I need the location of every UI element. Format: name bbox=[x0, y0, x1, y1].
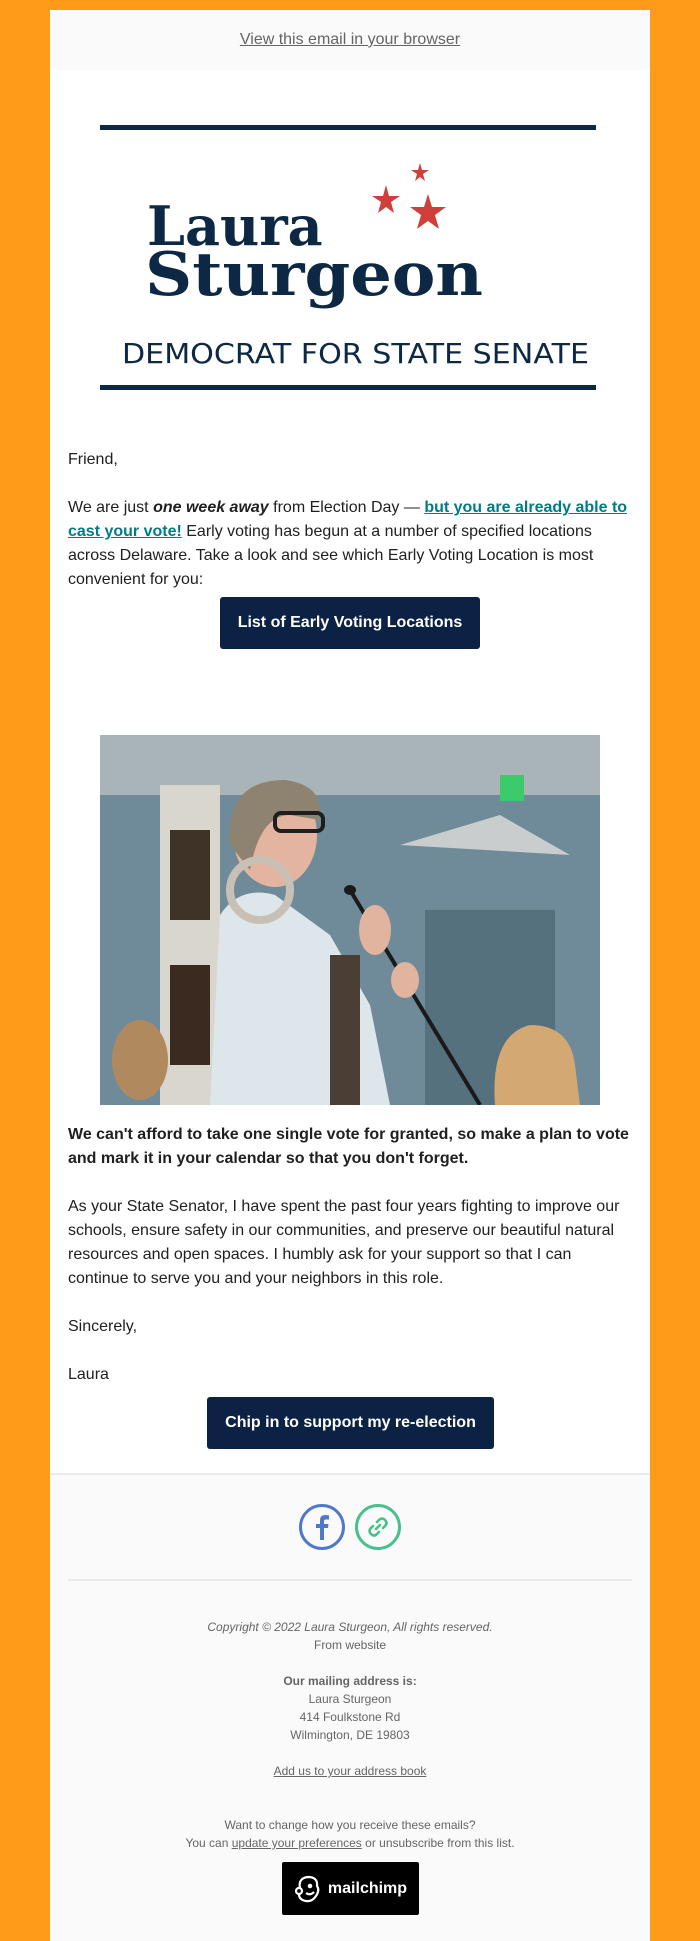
logo-tagline: DEMOCRAT FOR STATE SENATE bbox=[122, 337, 589, 370]
message-intro: Friend, We are just one week away from E… bbox=[68, 448, 632, 616]
mailchimp-badge[interactable]: mailchimp bbox=[282, 1862, 419, 1915]
message-body: We can't afford to take one single vote … bbox=[68, 1123, 632, 1411]
star-icon bbox=[372, 185, 400, 213]
bold-callout: We can't afford to take one single vote … bbox=[68, 1126, 629, 1167]
logo-graphic: Laura Sturgeon DEMOCRAT FOR STATE SENATE bbox=[122, 163, 589, 370]
address-book-link[interactable]: Add us to your address book bbox=[274, 1764, 427, 1778]
emphasis-text: one week away bbox=[153, 499, 269, 516]
address-line: Laura Sturgeon bbox=[308, 1692, 392, 1706]
social-links bbox=[50, 1504, 650, 1550]
address-line: 414 Foulkstone Rd bbox=[299, 1710, 401, 1724]
footer-divider bbox=[68, 1579, 632, 1581]
mailing-label: Our mailing address is: bbox=[283, 1674, 417, 1688]
logo-last-name: Sturgeon bbox=[145, 240, 483, 310]
from-website: From website bbox=[313, 1638, 387, 1652]
mailchimp-wordmark: mailchimp bbox=[327, 1879, 408, 1897]
candidate-photo bbox=[100, 735, 600, 1105]
copyright: Copyright © 2022 Laura Sturgeon, All rig… bbox=[207, 1620, 493, 1634]
preferences-line: You can update your preferences or unsub… bbox=[185, 1836, 515, 1850]
star-icon bbox=[411, 163, 429, 181]
footer-text: Copyright © 2022 Laura Sturgeon, All rig… bbox=[50, 1618, 650, 1852]
signature: Laura bbox=[68, 1366, 109, 1383]
intro-paragraph: We are just one week away from Election … bbox=[68, 499, 628, 588]
website-link-button[interactable] bbox=[355, 1504, 401, 1550]
update-preferences-link[interactable]: update your preferences bbox=[232, 1836, 362, 1850]
logo-bottom-rule bbox=[100, 385, 596, 390]
mailchimp-logo-icon bbox=[294, 1875, 320, 1902]
campaign-logo: Laura Sturgeon DEMOCRAT FOR STATE SENATE bbox=[100, 125, 596, 410]
view-in-browser-link[interactable]: View this email in your browser bbox=[240, 31, 460, 48]
change-question: Want to change how you receive these ema… bbox=[224, 1818, 476, 1832]
facebook-icon bbox=[316, 1515, 329, 1540]
email-body: Laura Sturgeon DEMOCRAT FOR STATE SENATE… bbox=[50, 70, 650, 1475]
footer: Copyright © 2022 Laura Sturgeon, All rig… bbox=[50, 1475, 650, 1941]
preheader: View this email in your browser bbox=[50, 10, 650, 70]
email-container: View this email in your browser Laura St… bbox=[50, 10, 650, 1941]
early-voting-locations-button[interactable]: List of Early Voting Locations bbox=[220, 597, 480, 649]
link-icon bbox=[368, 1517, 388, 1537]
star-icon bbox=[410, 194, 446, 229]
closing: Sincerely, bbox=[68, 1318, 138, 1335]
photo-image bbox=[100, 735, 600, 1105]
chip-in-button[interactable]: Chip in to support my re-election bbox=[207, 1397, 494, 1449]
senator-paragraph: As your State Senator, I have spent the … bbox=[68, 1198, 620, 1287]
address-line: Wilmington, DE 19803 bbox=[290, 1728, 410, 1742]
greeting: Friend, bbox=[68, 451, 118, 468]
facebook-button[interactable] bbox=[299, 1504, 345, 1550]
